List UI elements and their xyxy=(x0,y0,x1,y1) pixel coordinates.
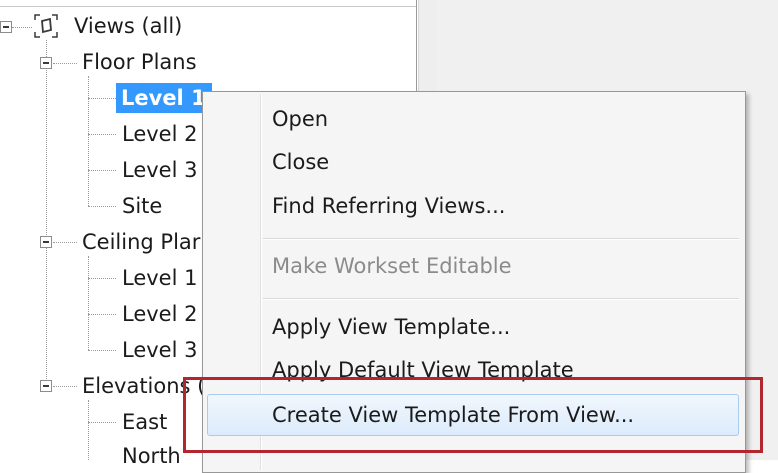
tree-group-floor-plans[interactable]: Floor Plans xyxy=(82,45,197,79)
collapse-minus-icon[interactable] xyxy=(0,21,12,33)
tree-item-floor-site[interactable]: Site xyxy=(122,189,162,223)
tree-item-label: Ceiling Plar xyxy=(82,230,201,254)
menu-item-make-workset-editable: Make Workset Editable xyxy=(205,246,741,286)
menu-item-label: Apply View Template... xyxy=(272,315,511,339)
tree-item-label: Level 2 xyxy=(122,122,198,146)
tree-item-label: Level 3 xyxy=(122,158,198,182)
tree-item-views-all[interactable]: Views (all) xyxy=(74,9,182,43)
tree-connector xyxy=(88,134,116,135)
tree-item-label: Level 3 xyxy=(122,338,198,362)
tree-item-elevation-east[interactable]: East xyxy=(122,405,167,439)
tree-item-floor-level-1[interactable]: Level 1 xyxy=(116,81,212,115)
menu-item-find-referring-views[interactable]: Find Referring Views... xyxy=(205,186,741,226)
tree-connector xyxy=(88,170,116,171)
tree-connector xyxy=(46,40,47,385)
tree-connector xyxy=(12,27,32,28)
tree-item-label: Views (all) xyxy=(74,14,183,38)
menu-item-label: Make Workset Editable xyxy=(272,254,512,278)
tree-connector xyxy=(88,206,116,207)
collapse-minus-icon[interactable] xyxy=(40,57,52,69)
menu-item-close[interactable]: Close xyxy=(205,142,741,182)
menu-item-label: Find Referring Views... xyxy=(272,194,506,218)
tree-item-label: Floor Plans xyxy=(82,50,197,74)
menu-item-label: Open xyxy=(272,107,329,131)
tree-item-ceiling-level-1[interactable]: Level 1 xyxy=(122,261,197,295)
menu-item-apply-view-template[interactable]: Apply View Template... xyxy=(205,307,741,347)
tree-item-label: Site xyxy=(122,194,163,218)
tree-item-label: Level 2 xyxy=(122,302,198,326)
tree-group-ceiling-plans[interactable]: Ceiling Plar xyxy=(82,225,200,259)
menu-separator xyxy=(263,298,739,300)
menu-item-label: Close xyxy=(272,150,330,174)
tree-connector xyxy=(53,63,77,64)
collapse-minus-icon[interactable] xyxy=(40,380,52,392)
annotation-highlight-box xyxy=(183,377,763,453)
tree-connector xyxy=(88,256,89,350)
tree-connector xyxy=(88,422,116,423)
tree-top-border xyxy=(0,6,416,7)
tree-item-ceiling-level-3[interactable]: Level 3 xyxy=(122,333,197,367)
tree-item-floor-level-2[interactable]: Level 2 xyxy=(122,117,197,151)
tree-item-label: East xyxy=(122,410,168,434)
tree-item-label: Level 1 xyxy=(116,83,212,113)
collapse-minus-icon[interactable] xyxy=(40,236,52,248)
tree-connector xyxy=(88,400,89,460)
tree-connector xyxy=(88,278,116,279)
tree-connector xyxy=(53,242,77,243)
menu-item-open[interactable]: Open xyxy=(205,99,741,139)
tree-item-floor-level-3[interactable]: Level 3 xyxy=(122,153,197,187)
tree-item-ceiling-level-2[interactable]: Level 2 xyxy=(122,297,197,331)
tree-connector xyxy=(88,350,116,351)
tree-connector xyxy=(88,98,116,99)
menu-separator xyxy=(263,238,739,240)
tree-connector xyxy=(88,314,116,315)
tree-connector xyxy=(53,386,77,387)
tree-item-label: Level 1 xyxy=(122,266,198,290)
tree-connector xyxy=(88,76,89,206)
views-icon xyxy=(34,14,58,38)
tree-item-elevation-north[interactable]: North xyxy=(122,439,181,473)
tree-item-label: North xyxy=(122,444,181,468)
